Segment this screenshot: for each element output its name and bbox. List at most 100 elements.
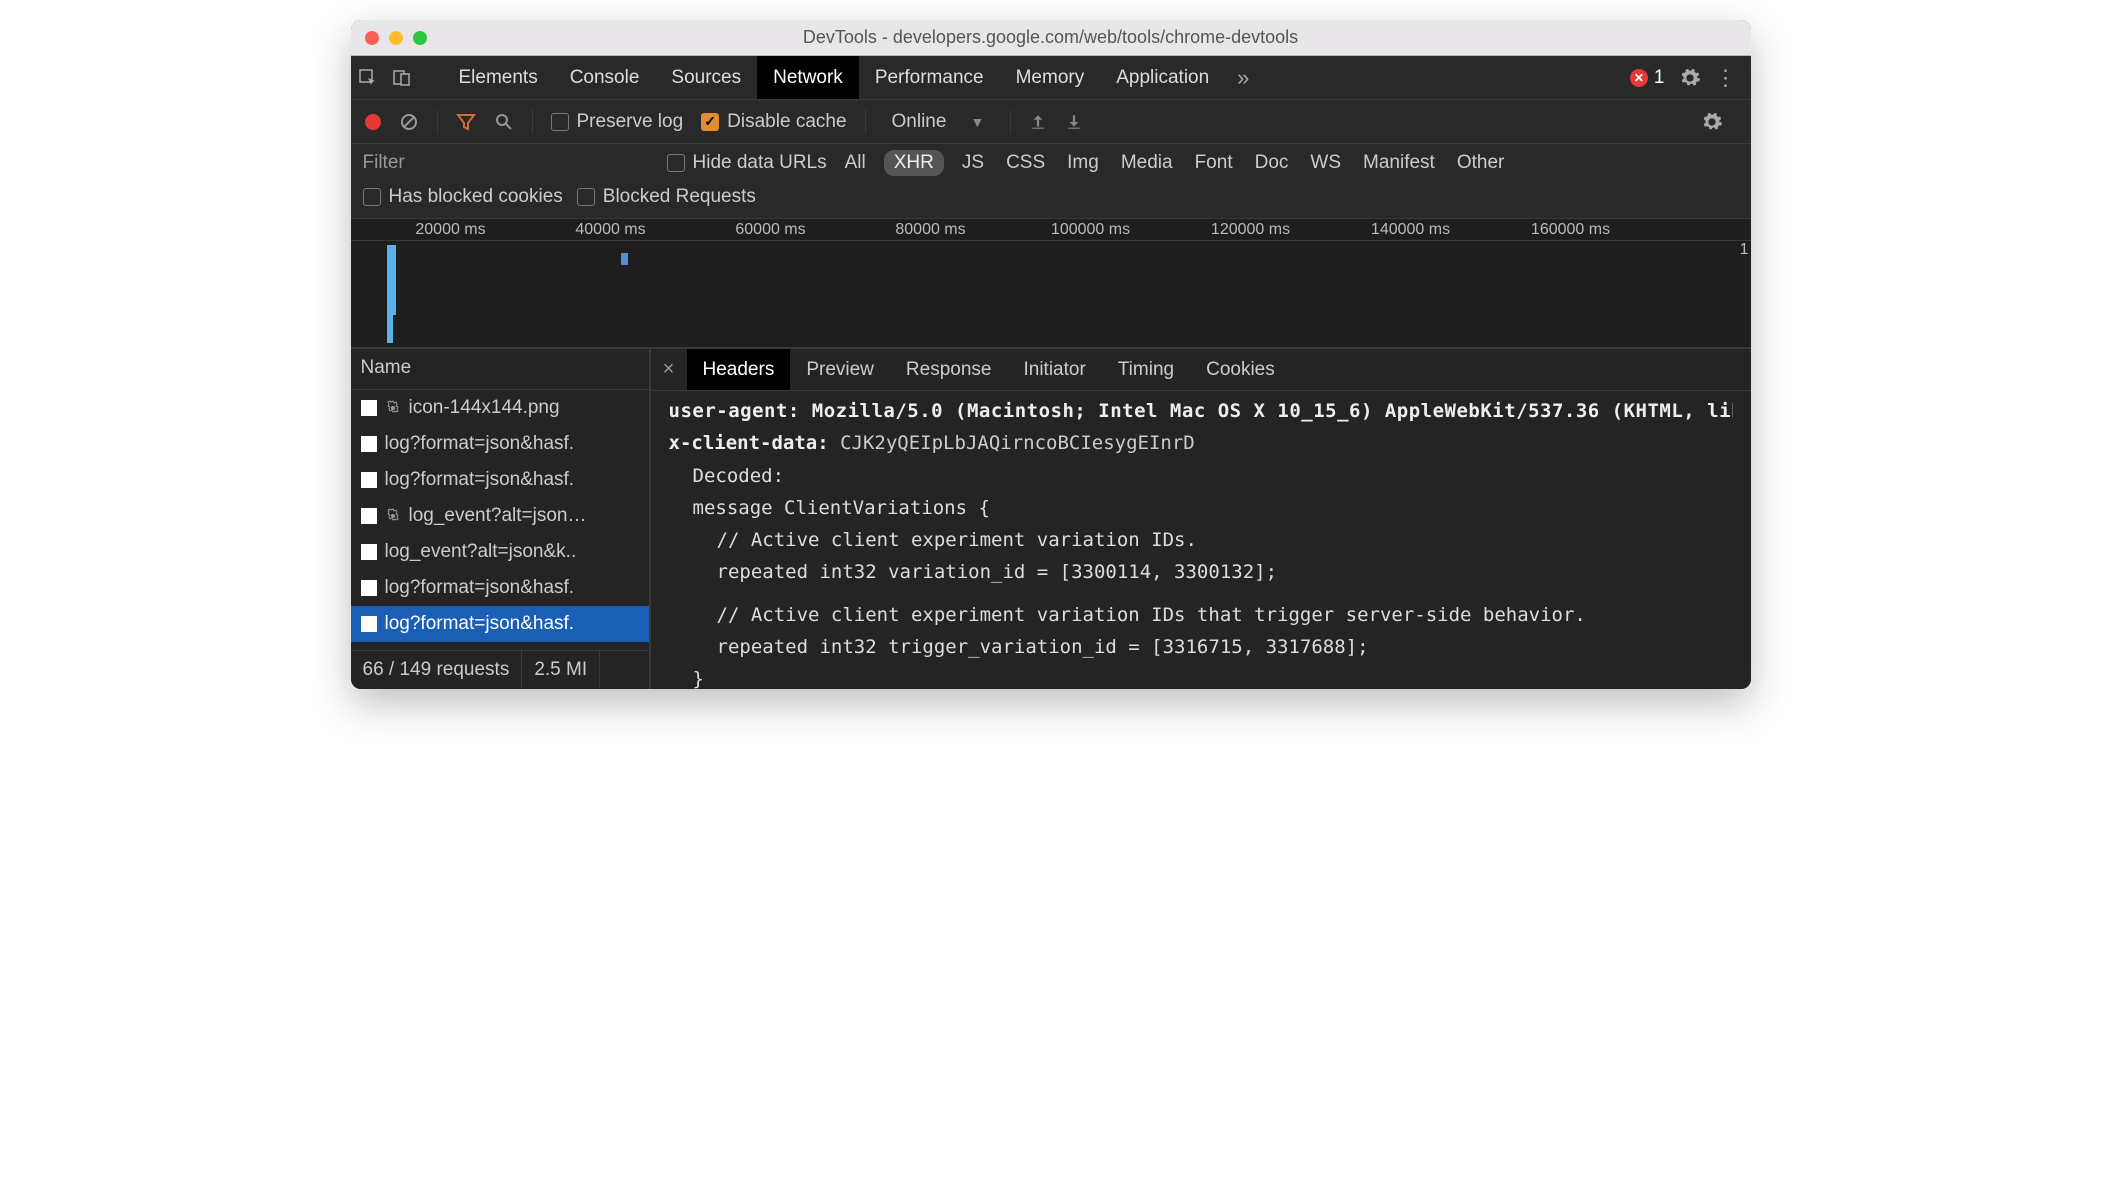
search-icon[interactable] (494, 112, 514, 132)
timeline[interactable]: 20000 ms40000 ms60000 ms80000 ms100000 m… (351, 219, 1751, 349)
request-row[interactable]: icon-144x144.png (351, 390, 649, 426)
detail-tab-preview[interactable]: Preview (790, 349, 890, 390)
error-icon: ✕ (1630, 69, 1648, 87)
request-count: 66 / 149 requests (351, 651, 523, 689)
hide-data-urls-label: Hide data URLs (693, 152, 827, 174)
request-row[interactable]: log?format=json&hasf. (351, 462, 649, 498)
download-icon[interactable] (1065, 113, 1083, 131)
timeline-tick: 120000 ms (1211, 221, 1290, 239)
tab-memory[interactable]: Memory (1000, 56, 1101, 99)
request-name: icon-144x144.png (409, 397, 560, 419)
kebab-menu-icon[interactable]: ⋮ (1715, 65, 1737, 91)
request-name: log_event?alt=json… (409, 505, 587, 527)
content: Name icon-144x144.png log?format=json&has… (351, 349, 1751, 689)
proto-message-close: } (669, 663, 1733, 689)
request-row[interactable]: log?format=json&hasf. (351, 426, 649, 462)
request-name: log_event?alt=json&k.. (385, 541, 577, 563)
filter-type-js[interactable]: JS (958, 150, 988, 176)
error-count: 1 (1654, 67, 1665, 89)
main-tabs: ElementsConsoleSourcesNetworkPerformance… (351, 56, 1751, 100)
file-icon (361, 580, 377, 596)
window-title: DevTools - developers.google.com/web/too… (351, 27, 1751, 48)
timeline-tick: 140000 ms (1371, 221, 1450, 239)
x-client-data-key: x-client-data: (669, 432, 829, 454)
filter-type-font[interactable]: Font (1191, 150, 1237, 176)
filter-bar: Filter Hide data URLs All XHR JS CSS Img Medi… (351, 144, 1751, 219)
devtools-window: DevTools - developers.google.com/web/too… (351, 20, 1751, 689)
filter-type-media[interactable]: Media (1117, 150, 1177, 176)
request-row[interactable]: log_event?alt=json… (351, 498, 649, 534)
record-button[interactable] (365, 114, 381, 130)
detail-tab-initiator[interactable]: Initiator (1007, 349, 1101, 390)
request-name: log?format=json&hasf. (385, 433, 575, 455)
gear-icon (385, 508, 401, 524)
preserve-log-label: Preserve log (577, 111, 684, 133)
network-settings-icon[interactable] (1701, 111, 1723, 133)
detail-tab-cookies[interactable]: Cookies (1190, 349, 1291, 390)
detail-tab-timing[interactable]: Timing (1102, 349, 1190, 390)
filter-type-xhr[interactable]: XHR (884, 150, 944, 176)
error-badge[interactable]: ✕ 1 (1630, 67, 1665, 89)
throttling-value: Online (892, 111, 947, 133)
tab-performance[interactable]: Performance (859, 56, 1000, 99)
timeline-tick: 100000 ms (1051, 221, 1130, 239)
disable-cache-label: Disable cache (727, 111, 846, 133)
filter-type-css[interactable]: CSS (1002, 150, 1049, 176)
titlebar: DevTools - developers.google.com/web/too… (351, 20, 1751, 56)
request-list: Name icon-144x144.png log?format=json&has… (351, 349, 651, 689)
separator (437, 110, 438, 134)
timeline-tick: 80000 ms (895, 221, 965, 239)
has-blocked-cookies-checkbox[interactable]: Has blocked cookies (363, 186, 563, 208)
name-column-header[interactable]: Name (351, 349, 649, 390)
tab-elements[interactable]: Elements (443, 56, 554, 99)
inspect-icon[interactable] (351, 68, 385, 88)
filter-type-doc[interactable]: Doc (1251, 150, 1293, 176)
tab-sources[interactable]: Sources (655, 56, 757, 99)
device-toggle-icon[interactable] (385, 68, 419, 88)
upload-icon[interactable] (1029, 113, 1047, 131)
proto-comment-1: // Active client experiment variation ID… (669, 524, 1733, 556)
hide-data-urls-checkbox[interactable]: Hide data URLs (667, 152, 827, 174)
timeline-tick: 60000 ms (735, 221, 805, 239)
tab-console[interactable]: Console (554, 56, 656, 99)
transfer-size: 2.5 MI (522, 651, 600, 689)
filter-type-img[interactable]: Img (1063, 150, 1103, 176)
network-toolbar: Preserve log ✓ Disable cache Online ▼ (351, 100, 1751, 144)
filter-icon[interactable] (456, 112, 476, 132)
more-tabs-icon[interactable]: » (1225, 65, 1261, 91)
detail-tab-headers[interactable]: Headers (687, 349, 791, 390)
status-bar: 66 / 149 requests 2.5 MI (351, 650, 649, 689)
request-row[interactable]: log?format=json&hasf. (351, 642, 649, 650)
filter-type-all[interactable]: All (841, 150, 870, 176)
separator (532, 110, 533, 134)
settings-icon[interactable] (1679, 67, 1701, 89)
filter-type-other[interactable]: Other (1453, 150, 1509, 176)
filter-type-ws[interactable]: WS (1306, 150, 1345, 176)
blocked-requests-checkbox[interactable]: Blocked Requests (577, 186, 756, 208)
request-row[interactable]: log?format=json&hasf. (351, 606, 649, 642)
close-detail-icon[interactable]: × (651, 358, 687, 381)
throttling-select[interactable]: Online ▼ (884, 111, 993, 133)
request-row[interactable]: log_event?alt=json&k.. (351, 534, 649, 570)
filter-input[interactable]: Filter (363, 152, 653, 174)
detail-tab-response[interactable]: Response (890, 349, 1008, 390)
chevron-down-icon: ▼ (970, 114, 984, 130)
proto-field-2: repeated int32 trigger_variation_id = [3… (669, 631, 1733, 663)
file-icon (361, 436, 377, 452)
request-row[interactable]: log?format=json&hasf. (351, 570, 649, 606)
decoded-label: Decoded: (669, 460, 1733, 492)
user-agent-header: user-agent: Mozilla/5.0 (Macintosh; Inte… (669, 395, 1733, 427)
timeline-tick: 20000 ms (415, 221, 485, 239)
file-icon (361, 508, 377, 524)
tab-network[interactable]: Network (757, 56, 859, 99)
proto-field-1: repeated int32 variation_id = [3300114, … (669, 556, 1733, 588)
has-blocked-cookies-label: Has blocked cookies (389, 186, 563, 208)
filter-type-manifest[interactable]: Manifest (1359, 150, 1439, 176)
tab-application[interactable]: Application (1100, 56, 1225, 99)
preserve-log-checkbox[interactable]: Preserve log (551, 111, 684, 133)
disable-cache-checkbox[interactable]: ✓ Disable cache (701, 111, 846, 133)
detail-panel: × HeadersPreviewResponseInitiatorTimingC… (651, 349, 1751, 689)
clear-icon[interactable] (399, 112, 419, 132)
gear-icon (385, 400, 401, 416)
file-icon (361, 616, 377, 632)
